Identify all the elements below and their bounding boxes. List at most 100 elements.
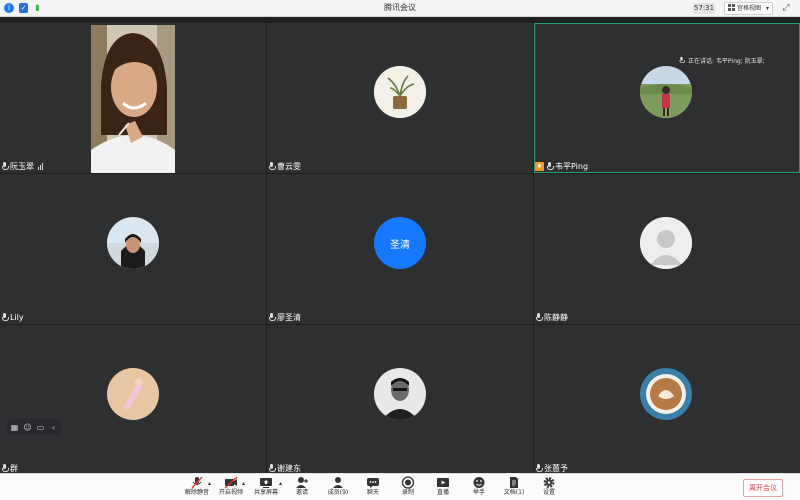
participant-avatar xyxy=(374,66,426,118)
reactions-button[interactable]: 举手 xyxy=(462,476,496,500)
document-icon xyxy=(507,476,521,489)
chat-button[interactable]: 聊天 xyxy=(356,476,390,500)
mic-icon xyxy=(535,313,543,321)
participant-nametag: 群 xyxy=(1,463,18,473)
participant-tile[interactable]: 谢建东 xyxy=(267,325,533,475)
participant-nametag: 曹云雯 xyxy=(268,161,301,171)
live-button[interactable]: 直播 xyxy=(426,476,460,500)
leave-meeting-button[interactable]: 离开会议 xyxy=(743,479,783,497)
docs-label: 文档(1) xyxy=(503,489,525,496)
mic-muted-icon xyxy=(190,476,204,489)
emoji-icon[interactable]: ☺ xyxy=(23,423,32,432)
floating-tools: ▦ ☺ ▭ ‹ xyxy=(7,419,61,435)
gear-icon xyxy=(542,476,556,489)
participant-name: Lily xyxy=(10,312,24,322)
chevron-up-icon[interactable]: ▴ xyxy=(242,480,245,487)
chevron-up-icon[interactable]: ▴ xyxy=(279,480,282,487)
add-user-icon xyxy=(295,476,309,489)
plant-image xyxy=(374,66,426,118)
camera-off-icon xyxy=(224,476,238,489)
chevron-up-icon[interactable]: ▴ xyxy=(208,480,211,487)
live-stream-icon xyxy=(436,476,450,489)
participant-nametag: 阮玉翠 xyxy=(1,161,43,171)
chat-icon xyxy=(366,476,380,489)
emoji-icon xyxy=(472,476,486,489)
mic-icon xyxy=(1,313,9,321)
coffee-image xyxy=(640,368,692,420)
participant-tile[interactable]: 群 xyxy=(0,325,266,475)
participant-tile[interactable]: 张蕙予 xyxy=(534,325,800,475)
participant-name: 曹云雯 xyxy=(277,161,301,171)
participant-name: 陈静静 xyxy=(544,312,568,322)
record-button[interactable]: 录制 xyxy=(391,476,425,500)
participant-tile[interactable]: 圣清 廖圣清 xyxy=(267,174,533,324)
mic-icon xyxy=(1,162,9,170)
participant-name: 张蕙予 xyxy=(544,463,568,473)
participant-tile[interactable]: 陈静静 xyxy=(534,174,800,324)
video-frame xyxy=(91,25,175,173)
participant-avatar xyxy=(640,66,692,118)
outdoor-image xyxy=(640,66,692,118)
participant-name: 廖圣清 xyxy=(277,312,301,322)
grid-view-icon xyxy=(728,4,735,11)
chat-label: 聊天 xyxy=(366,489,379,496)
speaking-indicator: 正在讲话: 韦平Ping; 阮玉翠; xyxy=(678,54,765,66)
avatar-initials: 圣清 xyxy=(390,239,410,251)
chat-bubble-icon[interactable]: ▭ xyxy=(36,423,45,432)
settings-button[interactable]: 设置 xyxy=(532,476,566,500)
title-bar: i ✓ ▮ 腾讯会议 57:31 宫格视图 ▾ ⤢ xyxy=(0,0,800,17)
window-title: 腾讯会议 xyxy=(384,3,416,12)
participant-nametag: 谢建东 xyxy=(268,463,301,473)
participant-avatar xyxy=(640,368,692,420)
bw-portrait-image xyxy=(374,368,426,420)
share-screen-button[interactable]: 共享屏幕 xyxy=(249,476,283,500)
beach-image xyxy=(107,217,159,269)
participant-name: 群 xyxy=(10,463,18,473)
fullscreen-icon[interactable]: ⤢ xyxy=(781,3,791,13)
chevron-left-icon[interactable]: ‹ xyxy=(49,423,58,432)
members-button[interactable]: 成员(9) xyxy=(321,476,355,500)
participant-name: 谢建东 xyxy=(277,463,301,473)
participant-nametag: 陈静静 xyxy=(535,312,568,322)
participant-avatar xyxy=(374,368,426,420)
sand-image xyxy=(107,368,159,420)
mic-icon xyxy=(535,464,543,472)
view-selector[interactable]: 宫格视图 ▾ xyxy=(724,2,773,15)
meeting-toolbar: 解除静音 ▴ 开启视频 ▴ 共享屏幕 ▴ 邀请 成员(9) 聊天 录制 直播 举… xyxy=(0,473,800,500)
speaking-text: 正在讲话: 韦平Ping; 阮玉翠; xyxy=(688,57,765,65)
participant-avatar xyxy=(107,217,159,269)
chevron-down-icon: ▾ xyxy=(765,5,769,12)
view-label: 宫格视图 xyxy=(737,5,762,12)
participant-name: 韦平Ping xyxy=(555,161,589,171)
meeting-timer: 57:31 xyxy=(693,3,715,14)
participant-tile[interactable]: 阮玉翠 xyxy=(0,23,266,173)
participant-avatar xyxy=(107,368,159,420)
participant-tile[interactable]: Lily xyxy=(0,174,266,324)
mic-icon xyxy=(268,464,276,472)
mute-label: 解除静音 xyxy=(184,489,209,496)
invite-button[interactable]: 邀请 xyxy=(285,476,319,500)
layout-icon[interactable]: ▦ xyxy=(10,423,19,432)
share-screen-icon xyxy=(259,476,273,489)
record-label: 录制 xyxy=(401,489,414,496)
share-label: 共享屏幕 xyxy=(253,489,278,496)
participant-name: 阮玉翠 xyxy=(10,161,34,171)
participant-tile[interactable]: 曹云雯 xyxy=(267,23,533,173)
participant-nametag: 廖圣清 xyxy=(268,312,301,322)
record-icon xyxy=(401,476,415,489)
members-icon xyxy=(331,476,345,489)
participant-tile-active[interactable]: ♦ 韦平Ping xyxy=(534,23,800,173)
host-icon: ♦ xyxy=(535,161,544,171)
participant-avatar: 圣清 xyxy=(374,217,426,269)
docs-button[interactable]: 文档(1) xyxy=(497,476,531,500)
default-person-icon xyxy=(640,217,692,269)
mic-icon xyxy=(268,162,276,170)
participant-avatar xyxy=(640,217,692,269)
reactions-label: 举手 xyxy=(472,489,485,496)
members-label: 成员(9) xyxy=(327,489,349,496)
participant-nametag: 张蕙予 xyxy=(535,463,568,473)
video-grid: 阮玉翠 曹云雯 ♦ 韦平Ping Lily 圣清 廖圣清 陈静静 群 谢建东 张… xyxy=(0,23,800,475)
mic-icon xyxy=(679,56,686,64)
mic-icon xyxy=(546,162,554,170)
signal-bars-icon xyxy=(38,162,43,170)
